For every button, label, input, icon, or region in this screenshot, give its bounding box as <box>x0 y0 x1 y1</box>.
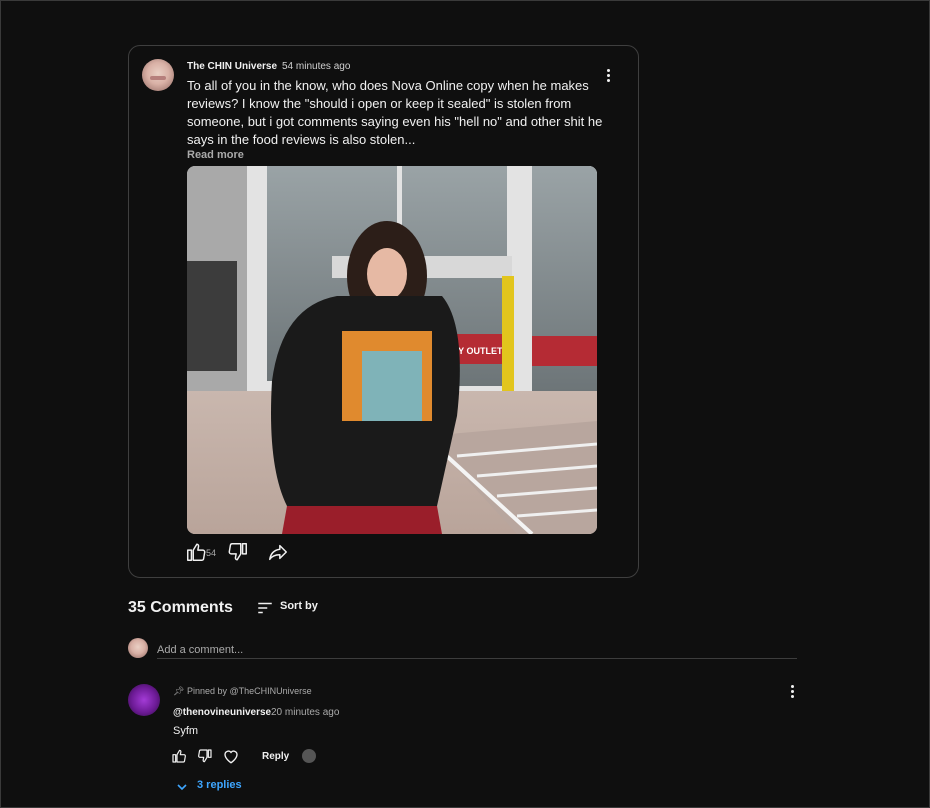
comment-author[interactable]: @thenovineuniverse <box>173 707 271 718</box>
author-avatar[interactable] <box>142 59 174 91</box>
commenter-avatar[interactable] <box>128 684 160 716</box>
creator-heart-badge <box>302 749 316 763</box>
thumb-down-icon[interactable] <box>197 747 213 765</box>
read-more-link[interactable]: Read more <box>187 149 244 161</box>
post-text: To all of you in the know, who does Nova… <box>187 78 603 147</box>
post-time[interactable]: 54 minutes ago <box>282 61 350 72</box>
view-replies-button[interactable]: 3 replies <box>174 777 264 795</box>
thumb-down-icon[interactable] <box>227 541 249 563</box>
share-icon[interactable] <box>267 541 289 563</box>
heart-icon[interactable] <box>222 747 240 765</box>
post-image-art: GROCERY OUTLET <box>187 166 597 534</box>
chevron-down-icon <box>177 784 187 791</box>
sort-button[interactable]: Sort by <box>256 599 336 617</box>
like-count: 54 <box>206 548 217 558</box>
post-author[interactable]: The CHIN Universe <box>187 61 277 72</box>
add-comment-input[interactable]: Add a comment... <box>157 640 797 659</box>
current-user-avatar <box>128 638 148 658</box>
pinned-label: 📌︎ Pinned by @TheCHINUniverse <box>173 686 312 696</box>
thumb-up-icon[interactable] <box>185 541 207 563</box>
more-vert-icon[interactable] <box>783 683 803 703</box>
post-image[interactable]: GROCERY OUTLET <box>187 166 597 534</box>
comment-time[interactable]: 20 minutes ago <box>271 707 339 718</box>
sort-icon <box>258 602 272 614</box>
thumb-up-icon[interactable] <box>171 747 187 765</box>
add-comment-placeholder: Add a comment... <box>157 644 244 656</box>
replies-label: 3 replies <box>197 779 242 791</box>
comments-count: 35 Comments <box>128 599 233 616</box>
sort-label: Sort by <box>280 600 318 612</box>
comment-text: Syfm <box>173 725 199 737</box>
pin-icon: 📌︎ <box>173 686 185 696</box>
community-post: The CHIN Universe 54 minutes ago To all … <box>128 45 639 578</box>
reply-button[interactable]: Reply <box>262 751 289 762</box>
